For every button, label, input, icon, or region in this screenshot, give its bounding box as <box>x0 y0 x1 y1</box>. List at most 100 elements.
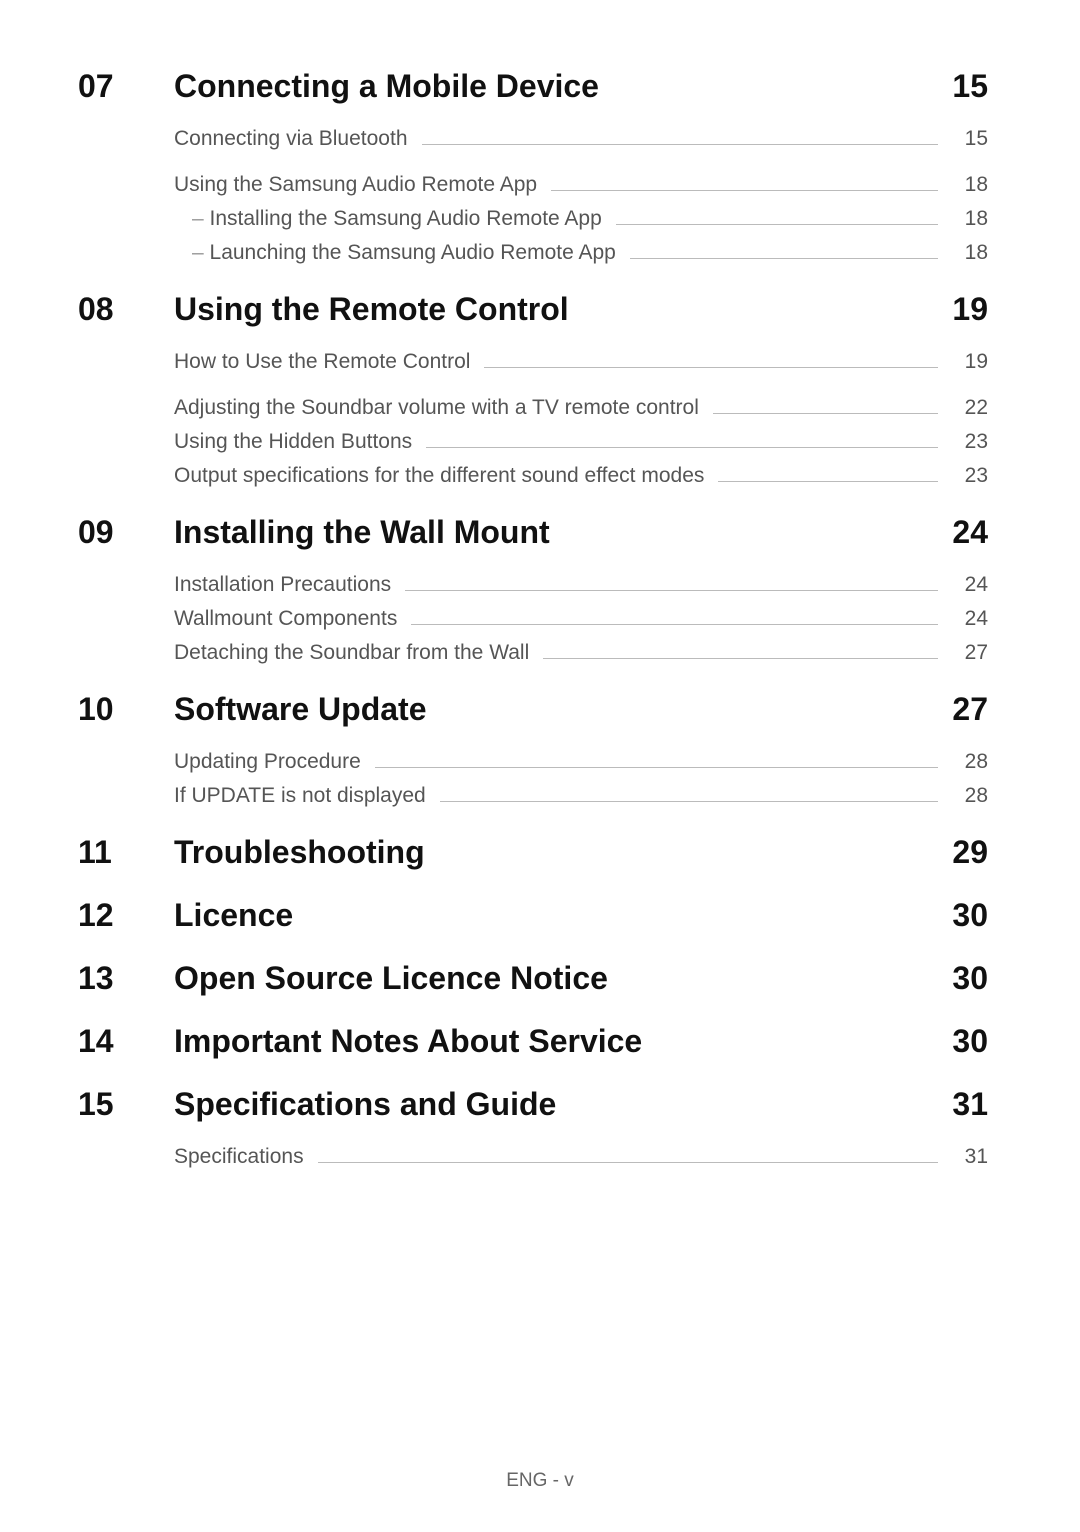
toc-entry-page: 24 <box>952 573 988 597</box>
section-page: 24 <box>928 514 988 551</box>
section-page: 31 <box>928 1086 988 1123</box>
leader-line <box>543 658 938 659</box>
toc-entry-page: 28 <box>952 750 988 774</box>
toc-entry-label: Output specifications for the different … <box>174 464 704 488</box>
toc-entry[interactable]: Using the Samsung Audio Remote App 18 <box>174 173 988 197</box>
toc-section-header[interactable]: 12Licence30 <box>78 897 988 934</box>
toc-entry[interactable]: Output specifications for the different … <box>174 464 988 488</box>
leader-line <box>440 801 938 802</box>
section-entries: How to Use the Remote Control 19 Adjusting… <box>174 350 988 488</box>
toc-subentry[interactable]: Installing the Samsung Audio Remote App 1… <box>192 207 988 231</box>
section-number: 07 <box>78 68 174 105</box>
toc-entry-label: Connecting via Bluetooth <box>174 127 408 151</box>
toc-entry[interactable]: How to Use the Remote Control 19 <box>174 350 988 374</box>
leader-line <box>718 481 938 482</box>
toc-entry-label: Wallmount Components <box>174 607 397 631</box>
leader-line <box>616 224 938 225</box>
toc-entry-page: 31 <box>952 1145 988 1169</box>
toc-entry[interactable]: Wallmount Components24 <box>174 607 988 631</box>
leader-line <box>411 624 938 625</box>
toc-entry-label: Specifications <box>174 1145 304 1169</box>
toc-section: 13Open Source Licence Notice30 <box>78 960 988 997</box>
toc-entry[interactable]: If UPDATE is not displayed 28 <box>174 784 988 808</box>
toc-entry[interactable]: Connecting via Bluetooth 15 <box>174 127 988 151</box>
toc-section: 11Troubleshooting29 <box>78 834 988 871</box>
toc-section: 07Connecting a Mobile Device15 Connecting… <box>78 68 988 265</box>
section-number: 15 <box>78 1086 174 1123</box>
section-title: Licence <box>174 897 928 934</box>
toc-entry-label: If UPDATE is not displayed <box>174 784 426 808</box>
toc-section-header[interactable]: 07Connecting a Mobile Device15 <box>78 68 988 105</box>
section-number: 08 <box>78 291 174 328</box>
toc-entry-label: Using the Samsung Audio Remote App <box>174 173 537 197</box>
toc-section-header[interactable]: 13Open Source Licence Notice30 <box>78 960 988 997</box>
leader-line <box>484 367 938 368</box>
toc-section-header[interactable]: 14Important Notes About Service30 <box>78 1023 988 1060</box>
toc-entry[interactable]: Specifications 31 <box>174 1145 988 1169</box>
toc-section-header[interactable]: 09Installing the Wall Mount24 <box>78 514 988 551</box>
toc-entry-page: 22 <box>952 396 988 420</box>
toc-entry-label: Installing the Samsung Audio Remote App <box>192 207 602 231</box>
toc-entry-page: 28 <box>952 784 988 808</box>
section-number: 14 <box>78 1023 174 1060</box>
toc-entry[interactable]: Detaching the Soundbar from the Wall 27 <box>174 641 988 665</box>
section-title: Software Update <box>174 691 928 728</box>
section-number: 09 <box>78 514 174 551</box>
section-entries: Installation Precautions 24 Wallmount Comp… <box>174 573 988 665</box>
toc-entry-page: 19 <box>952 350 988 374</box>
toc-section-header[interactable]: 10Software Update27 <box>78 691 988 728</box>
toc-entry-label: Detaching the Soundbar from the Wall <box>174 641 529 665</box>
section-number: 11 <box>78 834 174 871</box>
section-entries: Specifications 31 <box>174 1145 988 1169</box>
toc-section: 08Using the Remote Control19How to Use t… <box>78 291 988 488</box>
toc-subentry[interactable]: Launching the Samsung Audio Remote App18 <box>192 241 988 265</box>
toc-section-header[interactable]: 15Specifications and Guide31 <box>78 1086 988 1123</box>
section-page: 27 <box>928 691 988 728</box>
toc-entry-label: Installation Precautions <box>174 573 391 597</box>
toc-entry-page: 15 <box>952 127 988 151</box>
toc-entry-label: Using the Hidden Buttons <box>174 430 412 454</box>
toc-entry[interactable]: Using the Hidden Buttons 23 <box>174 430 988 454</box>
leader-line <box>551 190 938 191</box>
toc-section: 10Software Update27Updating Procedure28I… <box>78 691 988 808</box>
toc-entry-page: 18 <box>952 241 988 265</box>
toc-entry-label: How to Use the Remote Control <box>174 350 470 374</box>
section-page: 30 <box>928 960 988 997</box>
leader-line <box>713 413 938 414</box>
toc-section: 14Important Notes About Service30 <box>78 1023 988 1060</box>
leader-line <box>422 144 939 145</box>
page-footer: ENG - v <box>0 1470 1080 1492</box>
toc-entry-label: Adjusting the Soundbar volume with a TV … <box>174 396 699 420</box>
section-title: Installing the Wall Mount <box>174 514 928 551</box>
leader-line <box>405 590 938 591</box>
leader-line <box>375 767 938 768</box>
toc-entry[interactable]: Adjusting the Soundbar volume with a TV … <box>174 396 988 420</box>
section-page: 29 <box>928 834 988 871</box>
toc-section-header[interactable]: 08Using the Remote Control19 <box>78 291 988 328</box>
leader-line <box>318 1162 938 1163</box>
toc-section-header[interactable]: 11Troubleshooting29 <box>78 834 988 871</box>
toc-entry[interactable]: Updating Procedure 28 <box>174 750 988 774</box>
section-entries: Updating Procedure28If UPDATE is not dis… <box>174 750 988 808</box>
toc-section: 15Specifications and Guide31Specificatio… <box>78 1086 988 1169</box>
section-entries: Connecting via Bluetooth 15 Using the Sams… <box>174 127 988 265</box>
section-title: Specifications and Guide <box>174 1086 928 1123</box>
toc-entry-page: 23 <box>952 464 988 488</box>
toc-entry-page: 18 <box>952 173 988 197</box>
section-title: Important Notes About Service <box>174 1023 928 1060</box>
section-title: Troubleshooting <box>174 834 928 871</box>
section-page: 15 <box>928 68 988 105</box>
toc-section: 12Licence30 <box>78 897 988 934</box>
section-page: 19 <box>928 291 988 328</box>
toc-entry-page: 18 <box>952 207 988 231</box>
leader-line <box>630 258 938 259</box>
leader-line <box>426 447 938 448</box>
toc-entry-page: 27 <box>952 641 988 665</box>
section-title: Using the Remote Control <box>174 291 928 328</box>
toc-section: 09Installing the Wall Mount24Installatio… <box>78 514 988 665</box>
toc-entry-label: Updating Procedure <box>174 750 361 774</box>
section-number: 10 <box>78 691 174 728</box>
section-page: 30 <box>928 897 988 934</box>
toc-entry[interactable]: Installation Precautions 24 <box>174 573 988 597</box>
toc-entry-page: 23 <box>952 430 988 454</box>
